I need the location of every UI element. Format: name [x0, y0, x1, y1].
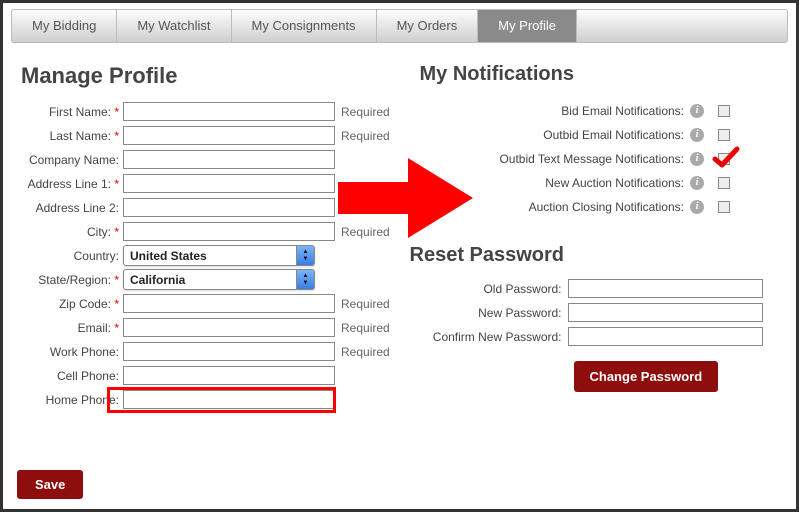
- last-name-label: Last Name: *: [21, 129, 123, 143]
- tab-my-bidding[interactable]: My Bidding: [12, 10, 117, 42]
- city-label: City: *: [21, 225, 123, 239]
- tab-my-profile[interactable]: My Profile: [478, 10, 577, 42]
- tab-my-watchlist[interactable]: My Watchlist: [117, 10, 231, 42]
- tab-my-consignments[interactable]: My Consignments: [232, 10, 377, 42]
- state-value: California: [124, 273, 191, 287]
- notif-bid-email-checkbox[interactable]: [718, 105, 730, 117]
- email-input[interactable]: [123, 318, 335, 337]
- cell-phone-label: Cell Phone:: [21, 369, 123, 383]
- email-label: Email: *: [21, 321, 123, 335]
- work-phone-label: Work Phone:: [21, 345, 123, 359]
- required-text: Required: [341, 297, 390, 311]
- country-value: United States: [124, 249, 213, 263]
- notif-outbid-email-checkbox[interactable]: [718, 129, 730, 141]
- state-label: State/Region: *: [21, 273, 123, 287]
- required-text: Required: [341, 225, 390, 239]
- tab-my-orders[interactable]: My Orders: [377, 10, 479, 42]
- confirm-password-input[interactable]: [568, 327, 763, 346]
- info-icon[interactable]: i: [690, 176, 704, 190]
- notif-outbid-text-label: Outbid Text Message Notifications:: [499, 152, 684, 166]
- my-notifications-title: My Notifications: [410, 63, 779, 86]
- state-select[interactable]: California ▲▼: [123, 269, 315, 290]
- notif-new-auction-label: New Auction Notifications:: [545, 176, 684, 190]
- info-icon[interactable]: i: [690, 200, 704, 214]
- chevron-updown-icon: ▲▼: [296, 246, 314, 265]
- notif-outbid-email-label: Outbid Email Notifications:: [543, 128, 684, 142]
- old-password-label: Old Password:: [410, 282, 568, 296]
- first-name-input[interactable]: [123, 102, 335, 121]
- country-select[interactable]: United States ▲▼: [123, 245, 315, 266]
- zip-label: Zip Code: *: [21, 297, 123, 311]
- top-nav: My Bidding My Watchlist My Consignments …: [11, 9, 788, 43]
- home-phone-label: Home Phone:: [21, 393, 123, 407]
- zip-input[interactable]: [123, 294, 335, 313]
- required-text: Required: [341, 105, 390, 119]
- notif-new-auction-checkbox[interactable]: [718, 177, 730, 189]
- company-name-label: Company Name:: [21, 153, 123, 167]
- info-icon[interactable]: i: [690, 128, 704, 142]
- confirm-password-label: Confirm New Password:: [410, 330, 568, 344]
- country-label: Country:: [21, 249, 123, 263]
- address1-input[interactable]: [123, 174, 335, 193]
- work-phone-input[interactable]: [123, 342, 335, 361]
- save-button[interactable]: Save: [17, 470, 83, 499]
- required-text: Required: [341, 345, 390, 359]
- company-name-input[interactable]: [123, 150, 335, 169]
- reset-password-title: Reset Password: [410, 244, 779, 267]
- old-password-input[interactable]: [568, 279, 763, 298]
- required-text: Required: [341, 321, 390, 335]
- city-input[interactable]: [123, 222, 335, 241]
- required-text: Required: [341, 129, 390, 143]
- address2-input[interactable]: [123, 198, 335, 217]
- address1-label: Address Line 1: *: [21, 177, 123, 191]
- new-password-input[interactable]: [568, 303, 763, 322]
- notif-auction-closing-label: Auction Closing Notifications:: [529, 200, 684, 214]
- info-icon[interactable]: i: [690, 152, 704, 166]
- cell-phone-input[interactable]: [123, 366, 335, 385]
- manage-profile-title: Manage Profile: [21, 63, 400, 89]
- first-name-label: First Name: *: [21, 105, 123, 119]
- change-password-button[interactable]: Change Password: [574, 361, 719, 392]
- new-password-label: New Password:: [410, 306, 568, 320]
- info-icon[interactable]: i: [690, 104, 704, 118]
- home-phone-input[interactable]: [123, 390, 335, 409]
- notif-bid-email-label: Bid Email Notifications:: [561, 104, 684, 118]
- address2-label: Address Line 2:: [21, 201, 123, 215]
- notif-auction-closing-checkbox[interactable]: [718, 201, 730, 213]
- last-name-input[interactable]: [123, 126, 335, 145]
- chevron-updown-icon: ▲▼: [296, 270, 314, 289]
- notif-outbid-text-checkbox[interactable]: [718, 153, 730, 165]
